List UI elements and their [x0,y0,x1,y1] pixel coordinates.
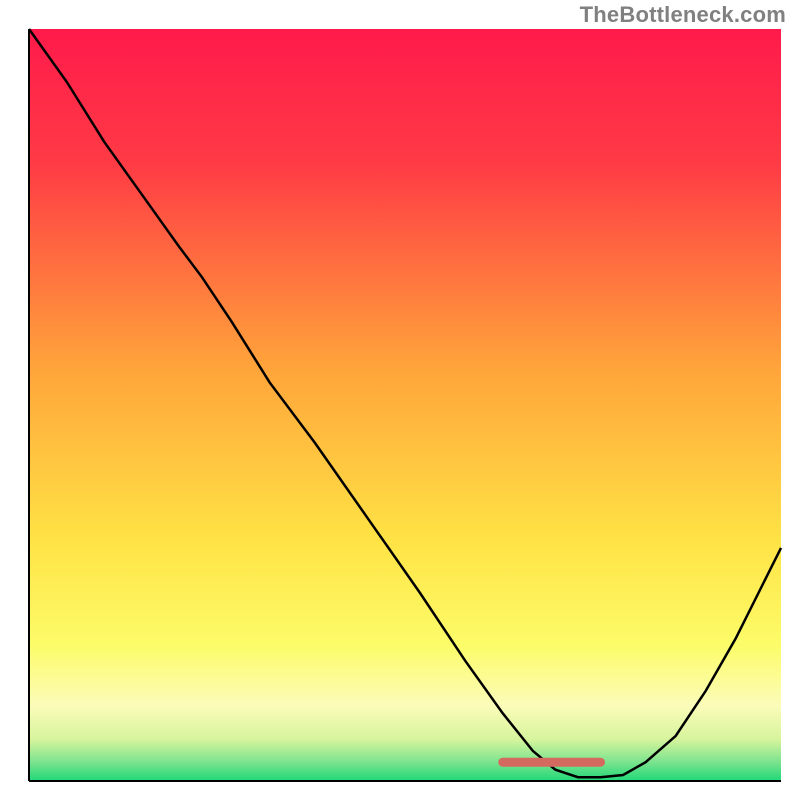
bottleneck-chart [0,0,800,800]
optimal-zone-marker [499,758,605,766]
watermark-text: TheBottleneck.com [580,2,786,28]
plot-background [29,29,781,781]
